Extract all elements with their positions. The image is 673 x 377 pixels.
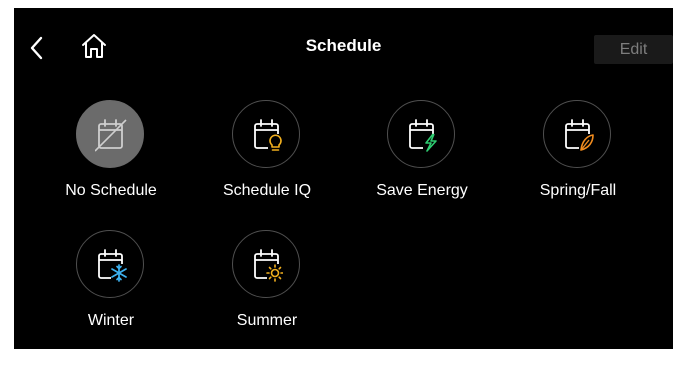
edit-button[interactable]: Edit — [594, 35, 673, 64]
schedule-label: Schedule IQ — [222, 182, 312, 199]
schedule-icon-circle — [543, 100, 611, 168]
schedule-tile-schedule-iq[interactable]: Schedule IQ — [202, 100, 332, 200]
schedule-icon-circle — [76, 230, 144, 298]
home-icon — [82, 34, 106, 58]
calendar-sun-icon — [254, 249, 283, 282]
calendar-lightbulb-icon — [254, 119, 282, 151]
top-bar: Schedule Edit — [14, 8, 673, 82]
schedule-tile-save-energy[interactable]: Save Energy — [357, 100, 487, 200]
calendar-off-icon — [95, 119, 127, 152]
chevron-left-icon — [30, 36, 43, 60]
schedule-icon-circle — [76, 100, 144, 168]
calendar-lightning-icon — [409, 119, 437, 152]
schedule-icon-circle — [232, 100, 300, 168]
calendar-snowflake-icon — [98, 249, 127, 282]
page-title: Schedule — [305, 36, 382, 55]
schedule-screen: Schedule Edit No Schedule Schedule IQ Sa… — [14, 8, 673, 349]
schedule-label: Summer — [236, 312, 298, 329]
schedule-tile-spring-fall[interactable]: Spring/Fall — [513, 100, 643, 200]
schedule-tile-no-schedule[interactable]: No Schedule — [46, 100, 176, 200]
schedule-tile-summer[interactable]: Summer — [202, 230, 332, 330]
home-button[interactable] — [78, 30, 110, 62]
schedule-label: Spring/Fall — [539, 182, 617, 199]
schedule-label: Winter — [87, 312, 135, 329]
schedule-icon-circle — [232, 230, 300, 298]
schedule-label: Save Energy — [376, 182, 468, 199]
schedule-tile-winter[interactable]: Winter — [46, 230, 176, 330]
schedule-label: No Schedule — [65, 182, 157, 199]
schedule-icon-circle — [387, 100, 455, 168]
calendar-leaf-icon — [565, 119, 594, 151]
back-button[interactable] — [26, 34, 50, 62]
